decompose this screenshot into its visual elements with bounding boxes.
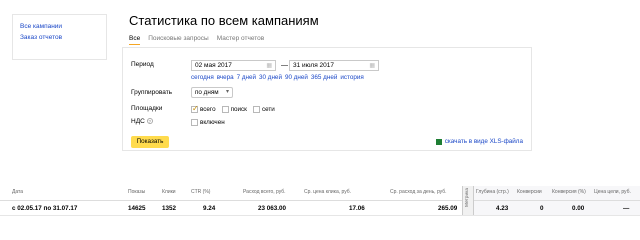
vat-checkbox[interactable]: включен bbox=[191, 119, 225, 126]
platform-networks-checkbox[interactable]: сети bbox=[252, 106, 275, 114]
platform-search-label: поиск bbox=[230, 106, 247, 114]
vat-option-label: включен bbox=[200, 119, 225, 126]
platform-checkboxes: всего поиск сети bbox=[191, 104, 275, 114]
checkbox-icon[interactable] bbox=[191, 119, 198, 126]
quick-period-history[interactable]: история bbox=[340, 74, 363, 81]
help-icon[interactable]: ? bbox=[146, 118, 153, 124]
cell-goal-price: — bbox=[623, 205, 630, 212]
tab-search-queries[interactable]: Поисковые запросы bbox=[148, 35, 209, 45]
col-ctr[interactable]: CTR (%) bbox=[191, 189, 210, 195]
quick-period-yesterday[interactable]: вчера bbox=[217, 74, 234, 81]
table-row: с 02.05.17 по 31.07.17 14625 1352 9.24 2… bbox=[0, 201, 640, 216]
cell-conversions: 0 bbox=[540, 205, 544, 212]
cell-clicks: 1352 bbox=[162, 205, 177, 212]
period-label: Период bbox=[131, 61, 154, 68]
col-conversions[interactable]: Конверсии bbox=[517, 189, 542, 195]
quick-period-7[interactable]: 7 дней bbox=[237, 74, 256, 81]
date-from-input[interactable]: 02 мая 2017 ▦ bbox=[191, 60, 276, 71]
checkbox-icon[interactable] bbox=[191, 104, 199, 113]
platform-all-label: всего bbox=[200, 106, 216, 114]
tab-all[interactable]: Все bbox=[129, 35, 141, 45]
page-title: Статистика по всем кампаниям bbox=[129, 13, 319, 28]
nav-link-order-reports[interactable]: Заказ отчетов bbox=[20, 32, 99, 43]
cell-date: с 02.05.17 по 31.07.17 bbox=[12, 205, 78, 212]
date-range-dash: — bbox=[281, 62, 288, 69]
tabs: Все Поисковые запросы Мастер отчетов bbox=[129, 35, 264, 45]
calendar-icon[interactable]: ▦ bbox=[369, 62, 375, 71]
platforms-label: Площадки bbox=[131, 105, 163, 112]
col-depth[interactable]: Глубина (стр.) bbox=[476, 189, 509, 195]
platform-all-checkbox[interactable]: всего bbox=[191, 104, 216, 114]
col-cpc[interactable]: Ср. цена клика, руб. bbox=[304, 189, 351, 195]
col-goal-price[interactable]: Цена цели, руб. bbox=[594, 189, 631, 195]
platform-search-checkbox[interactable]: поиск bbox=[221, 106, 247, 114]
quick-period-30[interactable]: 30 дней bbox=[259, 74, 282, 81]
nav-link-all-campaigns[interactable]: Все кампании bbox=[20, 21, 99, 32]
quick-period-today[interactable]: сегодня bbox=[191, 74, 214, 81]
col-conv-rate[interactable]: Конверсия (%) bbox=[552, 189, 586, 195]
vat-label-wrap: НДС? bbox=[131, 118, 153, 125]
tab-report-wizard[interactable]: Мастер отчетов bbox=[217, 35, 265, 45]
cell-spend: 23 063.00 bbox=[258, 205, 287, 212]
date-to-value: 31 июля 2017 bbox=[293, 62, 334, 69]
cell-cpc: 17.06 bbox=[349, 205, 365, 212]
cell-daily: 265.09 bbox=[438, 205, 458, 212]
left-nav: Все кампании Заказ отчетов bbox=[12, 14, 107, 60]
table-header: Дата Показы Клики CTR (%) Расход всего, … bbox=[0, 186, 640, 201]
checkbox-icon[interactable] bbox=[252, 106, 260, 113]
col-clicks[interactable]: Клики bbox=[162, 189, 176, 195]
col-date[interactable]: Дата bbox=[12, 189, 23, 195]
calendar-icon[interactable]: ▦ bbox=[266, 62, 272, 71]
date-to-input[interactable]: 31 июля 2017 ▦ bbox=[289, 60, 379, 71]
vat-label: НДС bbox=[131, 118, 145, 125]
col-spend[interactable]: Расход всего, руб. bbox=[243, 189, 286, 195]
xls-download-link[interactable]: скачать в виде XLS-файла bbox=[445, 138, 523, 145]
group-select-value: по дням bbox=[195, 89, 219, 96]
quick-period-365[interactable]: 365 дней bbox=[311, 74, 337, 81]
cell-ctr: 9.24 bbox=[203, 205, 216, 212]
cell-shows: 14625 bbox=[128, 205, 146, 212]
group-select[interactable]: по дням ▾ bbox=[191, 87, 233, 98]
platform-networks-label: сети bbox=[261, 106, 275, 114]
cell-depth: 4.23 bbox=[496, 205, 509, 212]
quick-period-90[interactable]: 90 дней bbox=[285, 74, 308, 81]
date-from-value: 02 мая 2017 bbox=[195, 62, 232, 69]
filter-panel: Период 02 мая 2017 ▦ — 31 июля 2017 ▦ се… bbox=[122, 47, 532, 151]
col-shows[interactable]: Показы bbox=[128, 189, 145, 195]
cell-conv-rate: 0.00 bbox=[572, 205, 585, 212]
quick-periods: сегодня вчера 7 дней 30 дней 90 дней 365… bbox=[191, 74, 364, 81]
xls-download[interactable]: скачать в виде XLS-файла bbox=[435, 138, 523, 145]
show-button[interactable]: Показать bbox=[131, 136, 169, 148]
group-label: Группировать bbox=[131, 89, 173, 96]
col-daily[interactable]: Ср. расход за день, руб. bbox=[390, 189, 447, 195]
checkbox-icon[interactable] bbox=[221, 106, 229, 113]
excel-icon bbox=[435, 138, 442, 145]
chevron-down-icon: ▾ bbox=[225, 89, 229, 95]
